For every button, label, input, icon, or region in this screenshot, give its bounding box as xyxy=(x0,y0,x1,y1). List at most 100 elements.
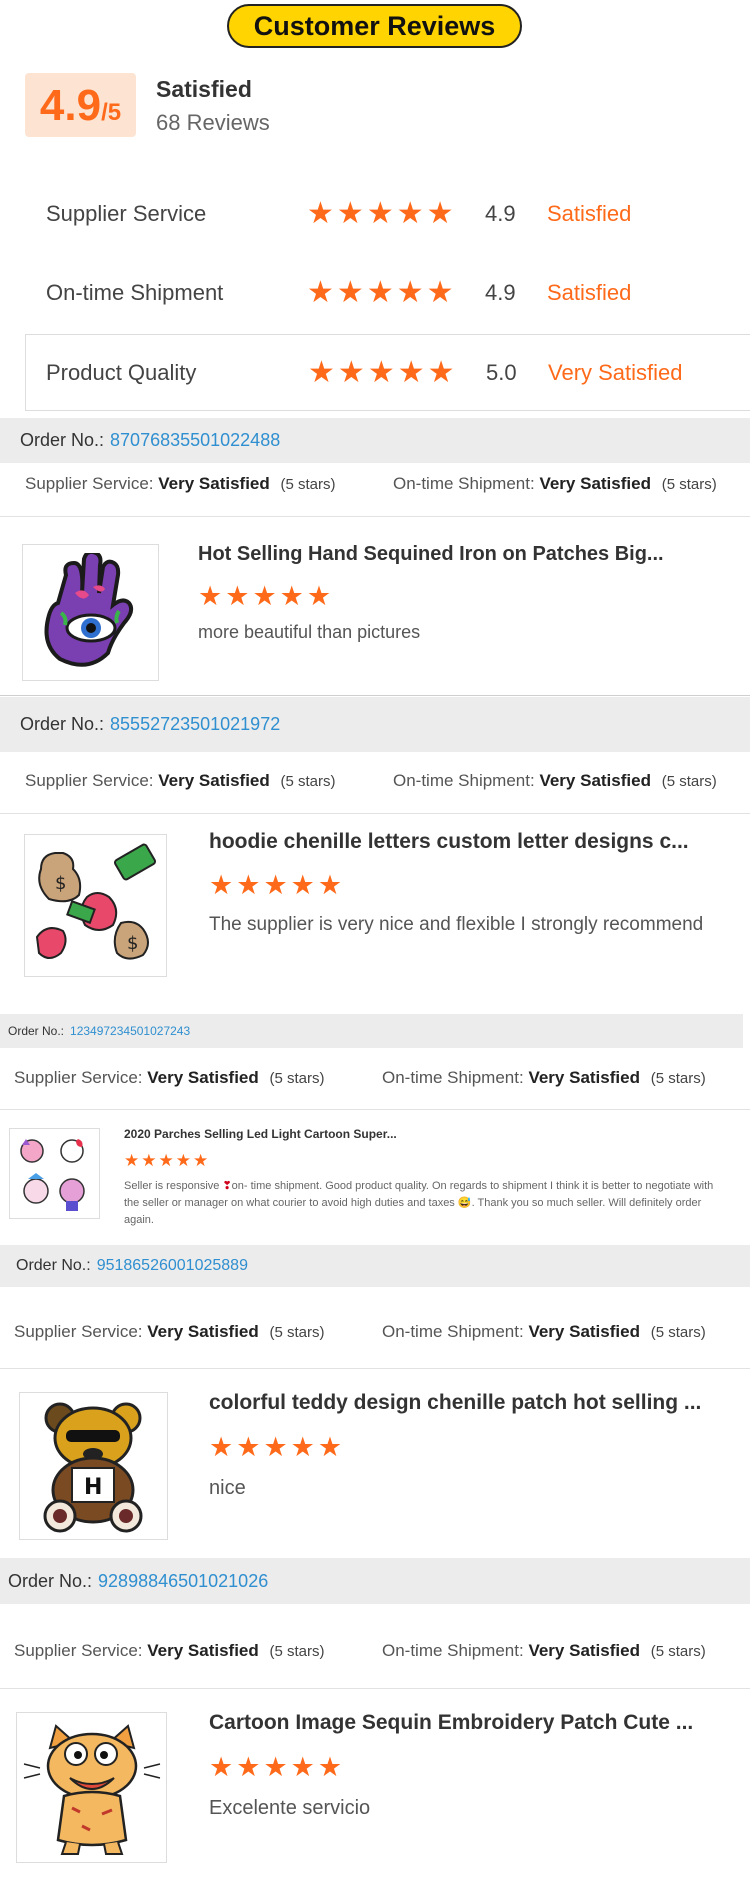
star-icon: ★ xyxy=(367,355,395,389)
product-thumbnail[interactable] xyxy=(9,1128,100,1219)
star-icon: ★ xyxy=(337,355,365,389)
supplier-service-label: Supplier Service: xyxy=(25,771,154,790)
shipment-rating: Very Satisfied xyxy=(539,771,651,790)
product-title-link[interactable]: colorful teddy design chenille patch hot… xyxy=(209,1391,719,1415)
review-stars: ★ ★ ★ ★ ★ xyxy=(124,1152,208,1169)
heart-icon: ❣ xyxy=(222,1180,232,1192)
supplier-service-stars: (5 stars) xyxy=(280,773,336,790)
star-icon: ★ xyxy=(290,1432,315,1462)
review-stars: ★ ★ ★ ★ ★ xyxy=(209,1754,342,1781)
order-number-link[interactable]: 85552723501021972 xyxy=(110,714,280,735)
money-bag-patches-icon: $ $ xyxy=(35,843,156,959)
shipment-label: On-time Shipment: xyxy=(392,771,535,790)
metric-label: Supplier Service xyxy=(46,201,207,226)
star-icon: ★ xyxy=(263,1432,288,1462)
star-icon: ★ xyxy=(396,276,424,309)
star-icon: ★ xyxy=(308,355,335,389)
shipment-rating: Very Satisfied xyxy=(528,1322,640,1341)
shipment-rating: Very Satisfied xyxy=(539,474,651,493)
star-icon: ★ xyxy=(236,1752,261,1782)
supplier-service-stars: (5 stars) xyxy=(280,476,336,493)
metric-rating-text: Satisfied xyxy=(547,201,632,226)
cartoon-cat-patch-icon xyxy=(23,1723,160,1855)
supplier-service-rating: Very Satisfied xyxy=(158,474,270,493)
order-label: Order No.: xyxy=(20,430,105,450)
star-icon: ★ xyxy=(426,197,454,230)
product-thumbnail[interactable] xyxy=(16,1712,167,1863)
product-thumbnail[interactable] xyxy=(22,544,159,681)
review-stars: ★ ★ ★ ★ ★ xyxy=(209,1434,342,1461)
star-icon: ★ xyxy=(252,581,277,611)
order-bar: Order No.: 92898846501021026 xyxy=(0,1558,750,1604)
star-icon: ★ xyxy=(225,581,250,611)
product-thumbnail[interactable]: $ $ xyxy=(24,834,167,977)
product-thumbnail[interactable]: H xyxy=(19,1392,168,1540)
order-number-link[interactable]: 95186526001025889 xyxy=(97,1257,248,1275)
supplier-service-label: Supplier Service: xyxy=(14,1322,143,1341)
product-title-link[interactable]: 2020 Parches Selling Led Light Cartoon S… xyxy=(124,1127,564,1141)
metric-score: 5.0 xyxy=(486,359,517,385)
star-icon: ★ xyxy=(263,870,288,900)
review-count: 68 Reviews xyxy=(156,110,270,135)
shipment-stars: (5 stars) xyxy=(650,1070,706,1087)
star-icon: ★ xyxy=(336,276,364,309)
product-title-link[interactable]: hoodie chenille letters custom letter de… xyxy=(209,830,689,854)
metric-rating-text: Very Satisfied xyxy=(548,359,683,385)
order-number-link[interactable]: 87076835501022488 xyxy=(110,430,280,451)
review-text: nice xyxy=(209,1477,246,1499)
metric-product-quality: Product Quality ★ ★ ★ ★ ★ 5.0 Very Satisfied xyxy=(25,334,750,411)
product-title-link[interactable]: Hot Selling Hand Sequined Iron on Patche… xyxy=(198,543,668,566)
metric-stars: ★ ★ ★ ★ ★ xyxy=(307,278,454,308)
supplier-service-label: Supplier Service: xyxy=(14,1068,143,1087)
shipment-label: On-time Shipment: xyxy=(381,1322,524,1341)
shipment-rating: Very Satisfied xyxy=(528,1068,640,1087)
metric-stars: ★ ★ ★ ★ ★ xyxy=(307,199,454,229)
order-label: Order No.: xyxy=(20,714,105,734)
order-number-link[interactable]: 123497234501027243 xyxy=(70,1024,190,1038)
supplier-service-stars: (5 stars) xyxy=(269,1324,325,1341)
star-icon: ★ xyxy=(317,870,343,900)
order-bar: Order No.: 95186526001025889 xyxy=(0,1245,750,1287)
shipment-label: On-time Shipment: xyxy=(381,1068,524,1087)
star-icon: ★ xyxy=(290,1752,315,1782)
metric-score: 4.9 xyxy=(485,280,516,305)
order-label: Order No.: xyxy=(8,1570,93,1591)
service-ratings: Supplier Service: Very Satisfied (5 star… xyxy=(14,1068,706,1088)
star-icon: ★ xyxy=(124,1151,140,1170)
divider xyxy=(0,813,750,814)
svg-text:H: H xyxy=(84,1475,102,1500)
metric-label: Product Quality xyxy=(46,359,197,385)
product-title-link[interactable]: Cartoon Image Sequin Embroidery Patch Cu… xyxy=(209,1711,719,1735)
overall-score: 4.9 xyxy=(39,81,102,130)
star-icon: ★ xyxy=(396,197,424,230)
star-icon: ★ xyxy=(236,870,261,900)
shipment-stars: (5 stars) xyxy=(650,1643,706,1660)
service-ratings: Supplier Service: Very Satisfied (5 star… xyxy=(25,474,717,494)
section-title: Customer Reviews xyxy=(227,4,522,48)
supplier-service-label: Supplier Service: xyxy=(14,1641,143,1660)
svg-text:$: $ xyxy=(55,873,66,894)
divider xyxy=(0,1688,750,1689)
order-bar: Order No.: 87076835501022488 xyxy=(0,418,750,463)
service-ratings: Supplier Service: Very Satisfied (5 star… xyxy=(14,1322,706,1342)
order-number-link[interactable]: 92898846501021026 xyxy=(98,1571,268,1592)
sweat-smile-icon: 😅 xyxy=(457,1197,472,1209)
star-icon: ★ xyxy=(209,1752,234,1782)
star-icon: ★ xyxy=(397,355,425,389)
order-label: Order No.: xyxy=(16,1257,91,1274)
metric-ontime-shipment: On-time Shipment ★ ★ ★ ★ ★ 4.9 Satisfied xyxy=(0,260,750,326)
metric-rating-text: Satisfied xyxy=(547,280,632,305)
divider xyxy=(0,1109,750,1110)
order-bar: Order No.: 123497234501027243 xyxy=(0,1014,743,1048)
service-ratings: Supplier Service: Very Satisfied (5 star… xyxy=(25,771,717,791)
review-text-part: Seller is responsive xyxy=(124,1180,223,1192)
divider xyxy=(0,516,750,517)
order-label: Order No.: xyxy=(8,1024,65,1038)
metric-supplier-service: Supplier Service ★ ★ ★ ★ ★ 4.9 Satisfied xyxy=(0,181,750,247)
shipment-stars: (5 stars) xyxy=(661,476,717,493)
star-icon: ★ xyxy=(366,276,394,309)
star-icon: ★ xyxy=(279,581,304,611)
supplier-service-label: Supplier Service: xyxy=(25,474,154,493)
review-text: The supplier is very nice and flexible I… xyxy=(209,914,704,935)
shipment-rating: Very Satisfied xyxy=(528,1641,640,1660)
